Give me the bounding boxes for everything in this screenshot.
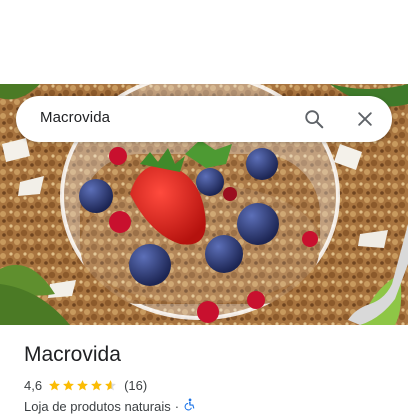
category-row: Loja de produtos naturais · (24, 398, 196, 414)
star-rating (48, 379, 118, 392)
search-bar[interactable]: Macrovida (16, 96, 392, 142)
search-input[interactable]: Macrovida (40, 109, 110, 126)
rating-row[interactable]: 4,6 (16) (24, 376, 147, 394)
star-icon (105, 379, 116, 390)
close-icon[interactable] (349, 103, 381, 135)
place-category: Loja de produtos naturais (24, 398, 171, 414)
star-icon (77, 379, 88, 390)
search-icon[interactable] (298, 103, 330, 135)
place-title: Macrovida (24, 343, 121, 366)
place-info-panel: Macrovida 4,6 (16) Loja de produtos natu… (0, 325, 408, 414)
star-icon (63, 379, 74, 390)
separator-dot: · (174, 398, 180, 414)
rating-value: 4,6 (24, 377, 43, 393)
map-top-area (0, 0, 408, 84)
wheelchair-icon (183, 398, 196, 414)
star-icon (49, 379, 60, 390)
star-icon (91, 379, 102, 390)
review-count[interactable]: (16) (124, 378, 147, 393)
